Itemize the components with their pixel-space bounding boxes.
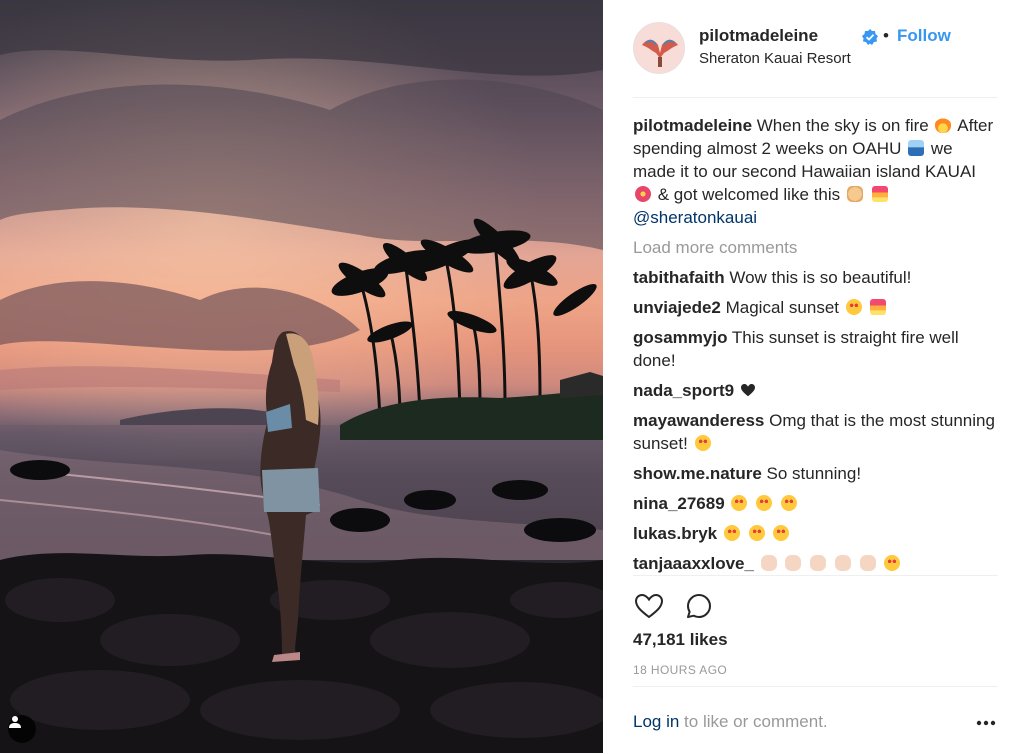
heart-eyes-emoji-icon <box>845 299 862 315</box>
caption-text-4: & got welcomed like this <box>657 185 841 204</box>
caption-text-1: When the sky is on fire <box>756 116 929 135</box>
post-modal: pilotmadeleine • Follow Sheraton Kauai R… <box>0 0 1024 753</box>
heart-eyes-emoji-icon <box>694 435 711 451</box>
comment-username[interactable]: gosammyjo <box>633 328 727 347</box>
hibiscus-emoji-icon <box>635 186 651 202</box>
avatar[interactable] <box>633 22 685 74</box>
clapping-hands-emoji-icon <box>834 555 851 571</box>
login-prompt: Log in to like or comment. <box>633 712 828 732</box>
comment: show.me.nature So stunning! <box>633 462 998 485</box>
separator-dot: • <box>883 26 889 45</box>
comment-icon[interactable] <box>683 590 715 622</box>
comment-username[interactable]: nada_sport9 <box>633 381 734 400</box>
clapping-hands-emoji-icon <box>760 555 777 571</box>
heart-eyes-emoji-icon <box>731 495 748 511</box>
more-options-icon[interactable] <box>974 711 998 735</box>
heart-eyes-emoji-icon <box>884 555 901 571</box>
comment: nada_sport9 <box>633 379 998 402</box>
verified-badge-icon <box>862 29 878 45</box>
wave-emoji-icon <box>908 140 925 156</box>
comments-list[interactable]: pilotmadeleine When the sky is on fire A… <box>633 114 998 575</box>
comment-text: Magical sunset <box>725 298 839 317</box>
post-header: pilotmadeleine • Follow Sheraton Kauai R… <box>633 20 998 98</box>
comment-username[interactable]: lukas.bryk <box>633 524 717 543</box>
sunset-beach-scene <box>0 0 603 753</box>
heart-eyes-emoji-icon <box>780 495 797 511</box>
comment-username[interactable]: tabithafaith <box>633 268 725 287</box>
clapping-hands-emoji-icon <box>859 555 876 571</box>
sunset-emoji-icon <box>871 186 888 202</box>
post-photo[interactable] <box>0 0 603 753</box>
comment: mayawanderess Omg that is the most stunn… <box>633 409 998 455</box>
login-link[interactable]: Log in <box>633 712 679 731</box>
comment-username[interactable]: tanjaaaxxlove_ <box>633 554 754 573</box>
heart-icon[interactable] <box>633 590 665 622</box>
heart-eyes-emoji-icon <box>723 525 740 541</box>
location-link[interactable]: Sheraton Kauai Resort <box>699 50 851 67</box>
sunset-emoji-icon <box>870 299 887 315</box>
follow-button[interactable]: Follow <box>897 26 951 46</box>
heart-eyes-emoji-icon <box>756 495 773 511</box>
comment-username[interactable]: nina_27689 <box>633 494 725 513</box>
clapping-hands-emoji-icon <box>810 555 827 571</box>
raised-hands-emoji-icon <box>846 186 863 202</box>
comment-username[interactable]: mayawanderess <box>633 411 764 430</box>
load-more-comments-button[interactable]: Load more comments <box>633 236 998 259</box>
comment-username[interactable]: show.me.nature <box>633 464 762 483</box>
login-footer: Log in to like or comment. <box>633 686 998 754</box>
comment-username[interactable]: unviajede2 <box>633 298 721 317</box>
comment: tanjaaaxxlove_ <box>633 552 998 575</box>
user-tag-icon[interactable] <box>8 715 36 743</box>
caption: pilotmadeleine When the sky is on fire A… <box>633 114 998 229</box>
comment: gosammyjo This sunset is straight fire w… <box>633 326 998 372</box>
post-actions: 47,181 likes 18 HOURS AGO <box>633 575 998 688</box>
comment-text: Wow this is so beautiful! <box>729 268 912 287</box>
black-heart-emoji-icon <box>740 384 755 397</box>
caption-username[interactable]: pilotmadeleine <box>633 116 752 135</box>
post-timestamp[interactable]: 18 HOURS AGO <box>633 663 727 677</box>
comment-text: So stunning! <box>766 464 862 483</box>
heart-eyes-emoji-icon <box>748 525 765 541</box>
comment: tabithafaith Wow this is so beautiful! <box>633 266 998 289</box>
comment: nina_27689 <box>633 492 998 515</box>
caption-mention[interactable]: @sheratonkauai <box>633 208 757 227</box>
clapping-hands-emoji-icon <box>785 555 802 571</box>
post-details-panel: pilotmadeleine • Follow Sheraton Kauai R… <box>603 0 1024 753</box>
heart-eyes-emoji-icon <box>773 525 790 541</box>
likes-count[interactable]: 47,181 likes <box>633 630 728 650</box>
comment: unviajede2 Magical sunset <box>633 296 998 319</box>
post-username[interactable]: pilotmadeleine <box>699 26 818 46</box>
comment: lukas.bryk <box>633 522 998 545</box>
fire-emoji-icon <box>935 117 952 133</box>
login-suffix: to like or comment. <box>679 712 828 731</box>
